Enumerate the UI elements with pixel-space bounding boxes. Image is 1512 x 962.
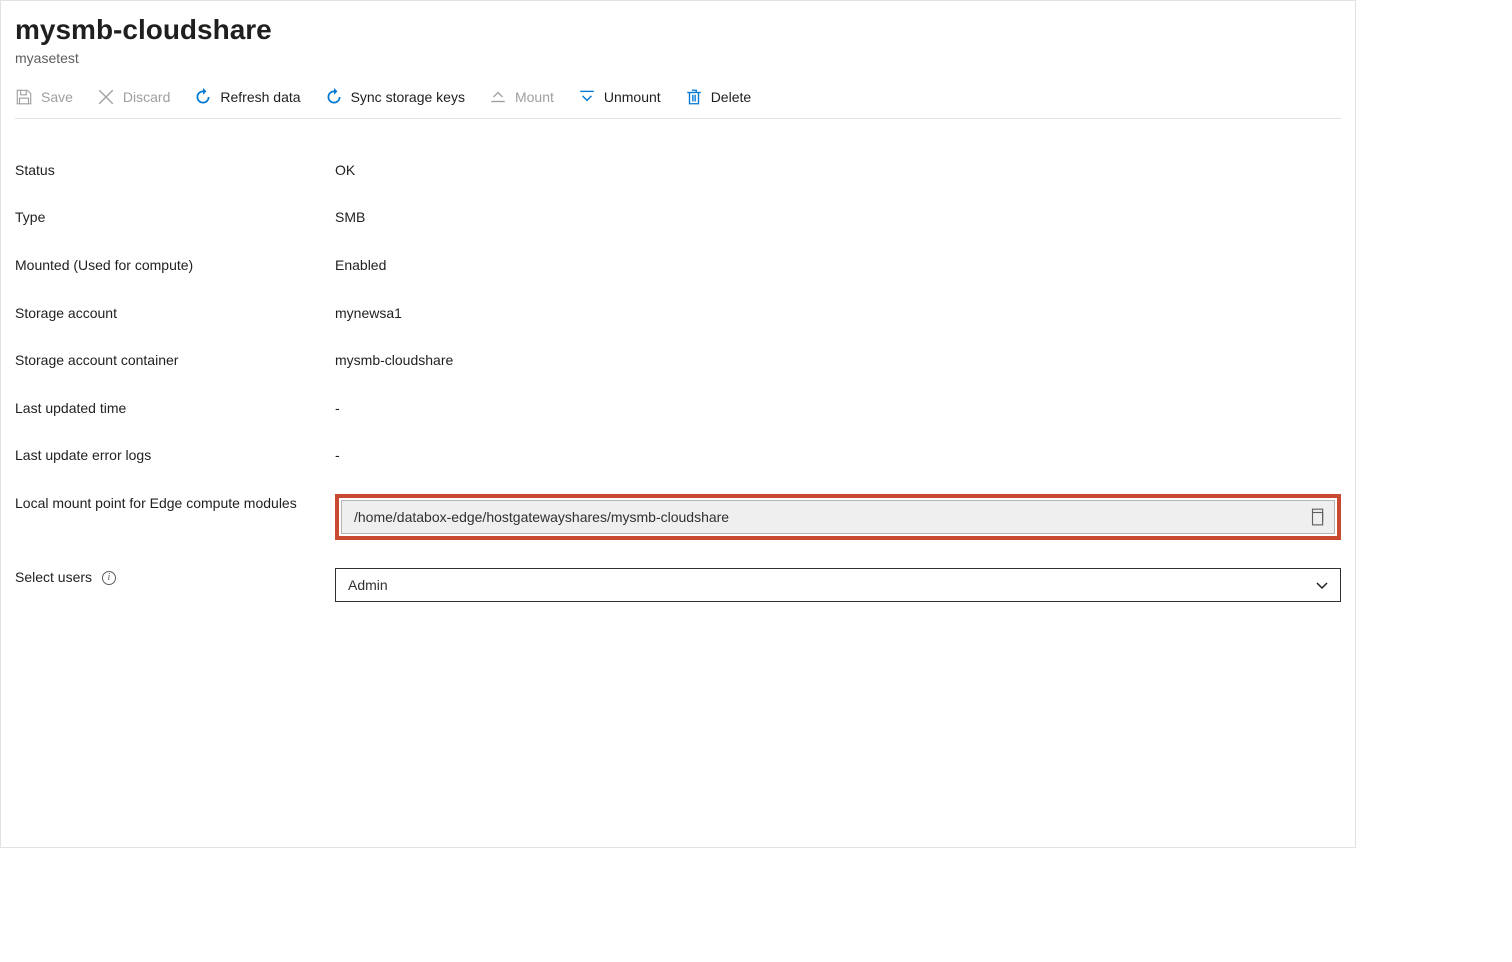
mount-label: Mount <box>515 90 554 104</box>
row-storage-container: Storage account container mysmb-cloudsha… <box>15 337 1341 385</box>
mount-point-highlight: /home/databox-edge/hostgatewayshares/mys… <box>335 494 1341 540</box>
select-users-label-text: Select users <box>15 569 92 585</box>
row-mount-point: Local mount point for Edge compute modul… <box>15 480 1341 554</box>
close-button[interactable] <box>1333 15 1345 47</box>
row-status: Status OK <box>15 147 1341 195</box>
last-error-logs-value: - <box>335 446 1341 466</box>
info-icon[interactable]: i <box>102 571 116 585</box>
mount-button: Mount <box>489 88 554 106</box>
copy-button[interactable] <box>1308 508 1326 526</box>
last-updated-value: - <box>335 399 1341 419</box>
discard-icon <box>97 88 115 106</box>
refresh-button[interactable]: Refresh data <box>194 88 300 106</box>
save-icon <box>15 88 33 106</box>
form-area: Status OK Type SMB Mounted (Used for com… <box>15 119 1341 616</box>
status-label: Status <box>15 161 335 181</box>
mounted-value: Enabled <box>335 256 1341 276</box>
select-users-label: Select users i <box>15 568 335 588</box>
row-mounted: Mounted (Used for compute) Enabled <box>15 242 1341 290</box>
chevron-down-icon <box>1314 577 1330 593</box>
title-block: mysmb-cloudshare myasetest <box>15 15 272 66</box>
refresh-icon <box>194 88 212 106</box>
mount-point-label: Local mount point for Edge compute modul… <box>15 494 335 514</box>
unmount-icon <box>578 88 596 106</box>
last-updated-label: Last updated time <box>15 399 335 419</box>
status-value: OK <box>335 161 1341 181</box>
last-error-logs-label: Last update error logs <box>15 446 335 466</box>
page-subtitle: myasetest <box>15 50 272 66</box>
sync-button[interactable]: Sync storage keys <box>325 88 465 106</box>
save-button: Save <box>15 88 73 106</box>
delete-button[interactable]: Delete <box>685 88 751 106</box>
storage-account-label: Storage account <box>15 304 335 324</box>
page-title: mysmb-cloudshare <box>15 15 272 46</box>
storage-account-value: mynewsa1 <box>335 304 1341 324</box>
sync-label: Sync storage keys <box>351 90 465 104</box>
row-storage-account: Storage account mynewsa1 <box>15 290 1341 338</box>
refresh-label: Refresh data <box>220 90 300 104</box>
storage-container-value: mysmb-cloudshare <box>335 351 1341 371</box>
delete-label: Delete <box>711 90 751 104</box>
mount-point-box: /home/databox-edge/hostgatewayshares/mys… <box>341 500 1335 534</box>
mount-point-value: /home/databox-edge/hostgatewayshares/mys… <box>354 509 1308 525</box>
row-select-users: Select users i Admin <box>15 554 1341 616</box>
storage-container-label: Storage account container <box>15 351 335 371</box>
sync-icon <box>325 88 343 106</box>
delete-icon <box>685 88 703 106</box>
mounted-label: Mounted (Used for compute) <box>15 256 335 276</box>
toolbar: Save Discard Refresh data Sync storage k… <box>15 72 1341 119</box>
unmount-label: Unmount <box>604 90 661 104</box>
save-label: Save <box>41 90 73 104</box>
row-last-updated: Last updated time - <box>15 385 1341 433</box>
unmount-button[interactable]: Unmount <box>578 88 661 106</box>
discard-button: Discard <box>97 88 170 106</box>
row-last-error-logs: Last update error logs - <box>15 432 1341 480</box>
copy-icon <box>1308 513 1326 529</box>
select-users-dropdown[interactable]: Admin <box>335 568 1341 602</box>
type-label: Type <box>15 208 335 228</box>
type-value: SMB <box>335 208 1341 228</box>
mount-icon <box>489 88 507 106</box>
row-type: Type SMB <box>15 194 1341 242</box>
panel-header: mysmb-cloudshare myasetest <box>15 1 1341 66</box>
discard-label: Discard <box>123 90 170 104</box>
select-users-value: Admin <box>348 577 1314 593</box>
share-details-panel: mysmb-cloudshare myasetest Save Discard <box>0 0 1356 848</box>
